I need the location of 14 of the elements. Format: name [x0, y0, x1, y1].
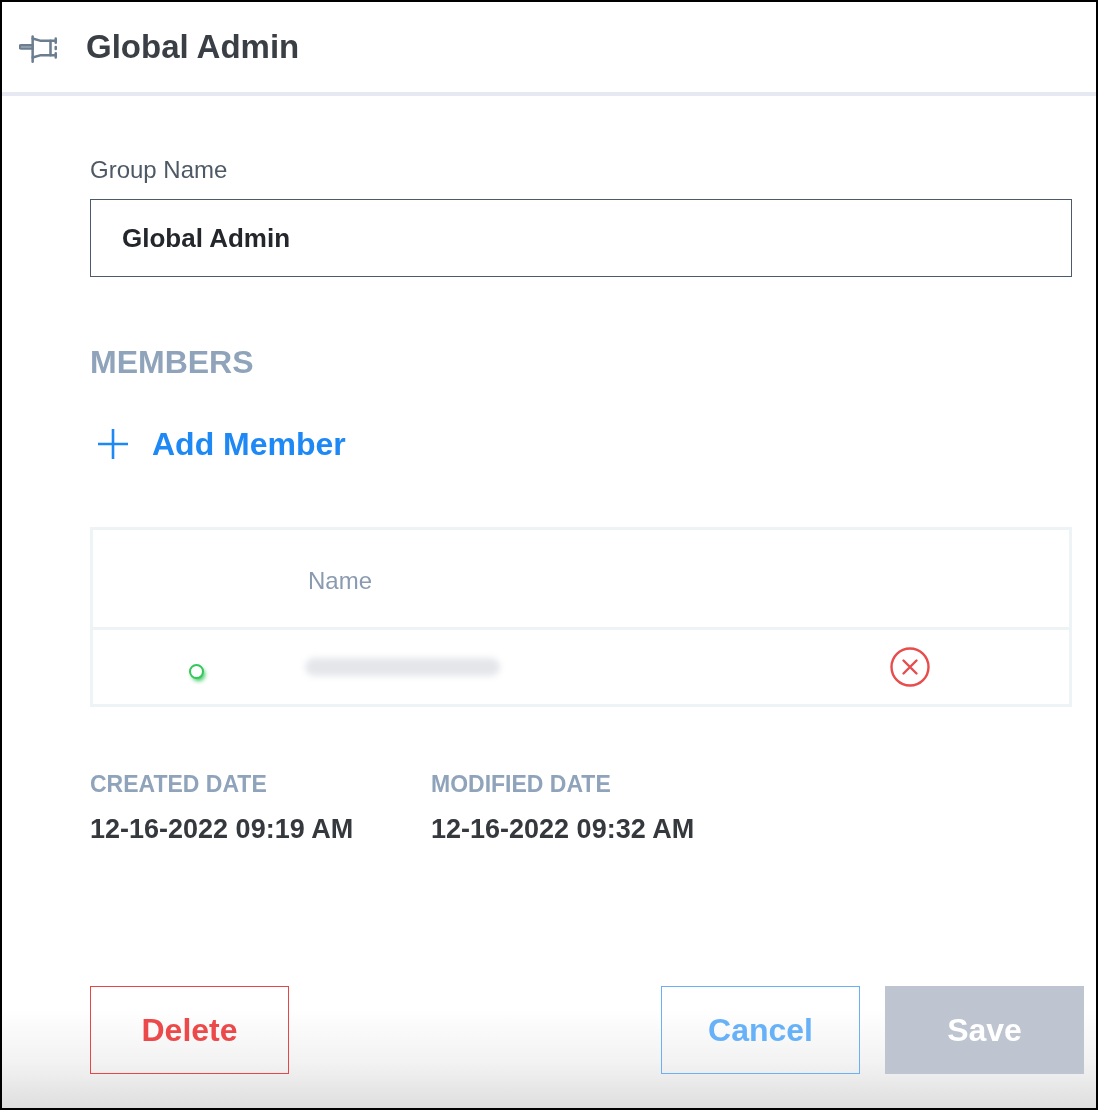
- group-name-input[interactable]: Global Admin: [90, 199, 1072, 277]
- column-header: Name: [308, 566, 374, 595]
- delete-button[interactable]: Delete: [90, 986, 289, 1074]
- date-label: CREATED DATE: [90, 770, 268, 799]
- window-title: Global Admin: [86, 28, 300, 66]
- remove-icon[interactable]: [890, 647, 930, 687]
- date-value: 12-16-2022 09:19 AM: [90, 813, 355, 845]
- members-heading: MEMBERS: [90, 343, 254, 381]
- add-member-button[interactable]: Add Member: [98, 424, 346, 464]
- cancel-button[interactable]: Cancel: [661, 986, 860, 1074]
- group-name-label: Group Name: [90, 155, 228, 185]
- date-value: 12-16-2022 09:32 AM: [431, 813, 696, 845]
- plus-icon: [98, 429, 128, 459]
- date-label: MODIFIED DATE: [431, 770, 612, 799]
